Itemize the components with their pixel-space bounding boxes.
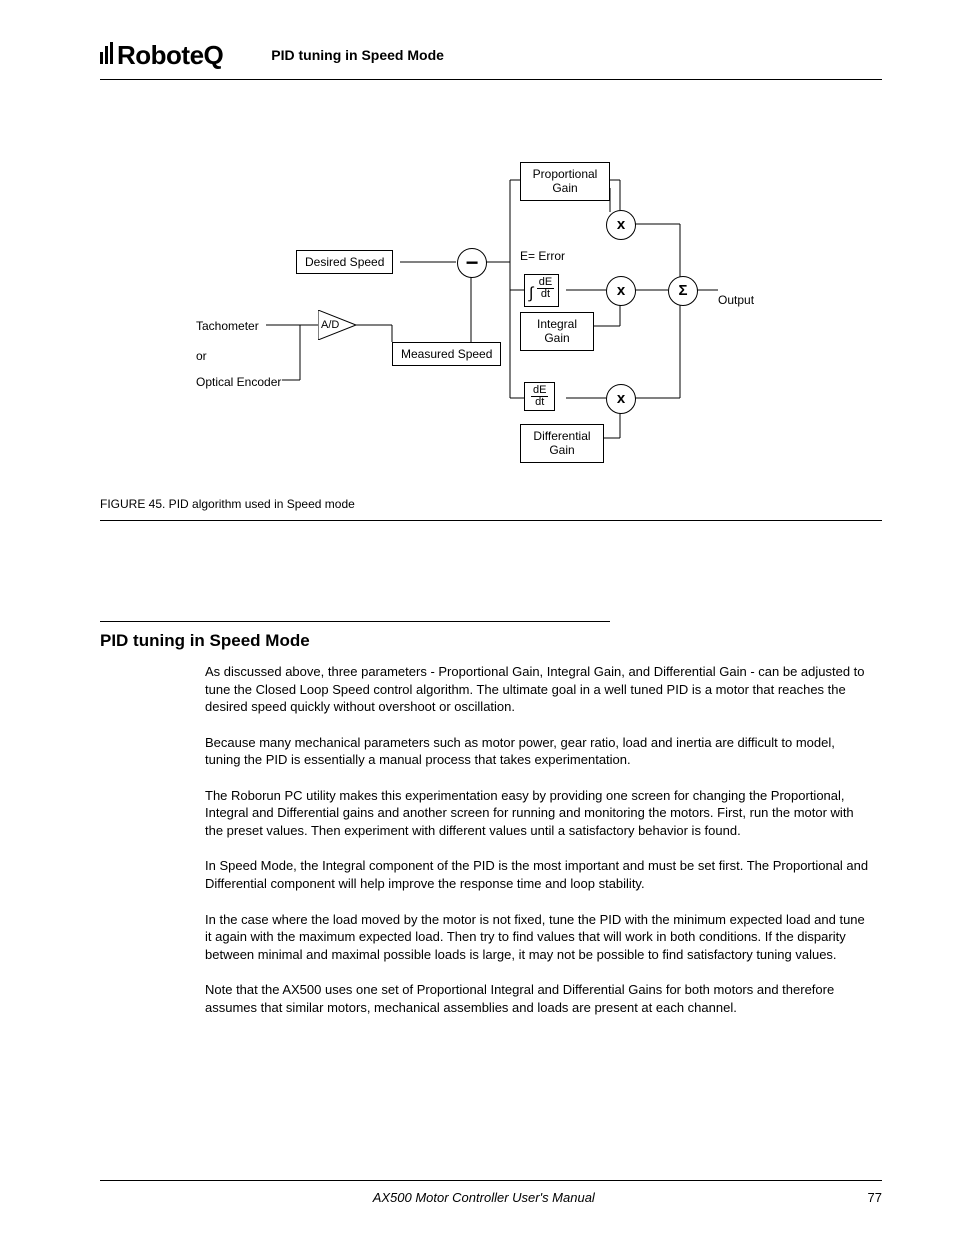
op-mult-differential: x: [606, 384, 636, 414]
paragraph: In Speed Mode, the Integral component of…: [205, 857, 872, 892]
op-minus-circle: −: [457, 248, 487, 278]
box-proportional-gain: Proportional Gain: [520, 162, 610, 201]
fraction: dE dt: [537, 277, 554, 300]
minus-icon: −: [466, 248, 479, 278]
label: Desired Speed: [305, 255, 384, 269]
label-optical-encoder: Optical Encoder: [196, 374, 281, 390]
bars-icon: [100, 42, 113, 64]
box-integral-gain: Integral Gain: [520, 312, 594, 351]
paragraph: The Roborun PC utility makes this experi…: [205, 787, 872, 840]
label: Measured Speed: [401, 347, 492, 361]
label-tachometer: Tachometer: [196, 318, 259, 334]
box-derivative-operator: dE dt: [524, 382, 555, 411]
label: Differential Gain: [533, 429, 590, 457]
op-sum: Σ: [668, 276, 698, 306]
fraction: dE dt: [531, 385, 548, 408]
op-mult-proportional: x: [606, 210, 636, 240]
sigma-icon: Σ: [678, 281, 687, 301]
label-error: E= Error: [520, 248, 565, 264]
den: dt: [531, 397, 548, 408]
footer-doc-title: AX500 Motor Controller User's Manual: [373, 1189, 595, 1207]
page-header: RoboteQ PID tuning in Speed Mode: [100, 38, 882, 80]
section-heading: PID tuning in Speed Mode: [100, 621, 610, 653]
label: Proportional Gain: [533, 167, 598, 195]
paragraph: In the case where the load moved by the …: [205, 911, 872, 964]
den: dt: [537, 289, 554, 300]
mult-icon: x: [617, 389, 625, 409]
figure-pid-diagram: Proportional Gain Desired Speed E= Error…: [100, 160, 882, 521]
brand-logo: RoboteQ: [100, 38, 223, 73]
header-title: PID tuning in Speed Mode: [271, 46, 444, 65]
label-or: or: [196, 348, 207, 364]
box-measured-speed: Measured Speed: [392, 342, 501, 366]
page-footer: AX500 Motor Controller User's Manual 77: [100, 1180, 882, 1207]
paragraph: Note that the AX500 uses one set of Prop…: [205, 981, 872, 1016]
paragraph: As discussed above, three parameters - P…: [205, 663, 872, 716]
box-integral-operator: ∫ dE dt: [524, 274, 559, 306]
integral-icon: ∫: [529, 285, 533, 302]
page: RoboteQ PID tuning in Speed Mode: [0, 0, 954, 1235]
label: Integral Gain: [537, 317, 577, 345]
page-number: 77: [868, 1189, 882, 1207]
label-ad: A/D: [321, 318, 339, 333]
brand-text: RoboteQ: [117, 38, 223, 73]
body-text: As discussed above, three parameters - P…: [205, 663, 872, 1016]
box-differential-gain: Differential Gain: [520, 424, 604, 463]
label-output: Output: [718, 292, 754, 308]
figure-caption: FIGURE 45. PID algorithm used in Speed m…: [100, 496, 355, 512]
mult-icon: x: [617, 215, 625, 235]
op-mult-integral: x: [606, 276, 636, 306]
box-desired-speed: Desired Speed: [296, 250, 393, 274]
diagram-lines: [100, 160, 882, 520]
mult-icon: x: [617, 281, 625, 301]
paragraph: Because many mechanical parameters such …: [205, 734, 872, 769]
